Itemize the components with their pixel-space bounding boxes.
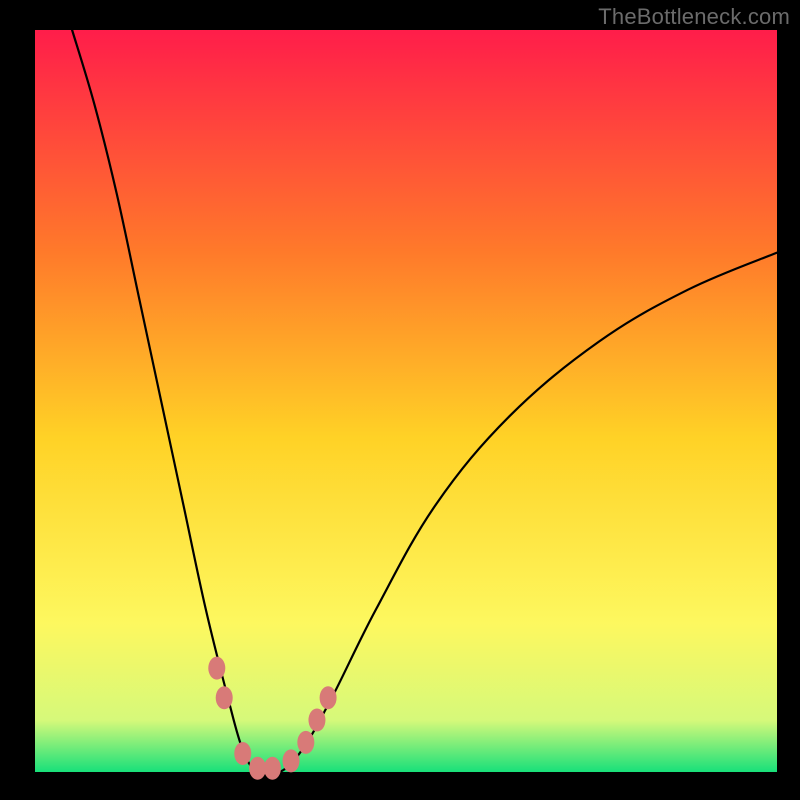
curve-marker — [264, 757, 281, 780]
watermark-text: TheBottleneck.com — [598, 4, 790, 30]
curve-marker — [320, 686, 337, 709]
curve-marker — [234, 742, 251, 765]
curve-marker — [308, 709, 325, 732]
curve-marker — [216, 686, 233, 709]
chart-frame: TheBottleneck.com — [0, 0, 800, 800]
bottleneck-chart — [0, 0, 800, 800]
curve-marker — [282, 749, 299, 772]
plot-background — [35, 30, 777, 772]
curve-marker — [297, 731, 314, 754]
curve-marker — [249, 757, 266, 780]
curve-marker — [208, 657, 225, 680]
